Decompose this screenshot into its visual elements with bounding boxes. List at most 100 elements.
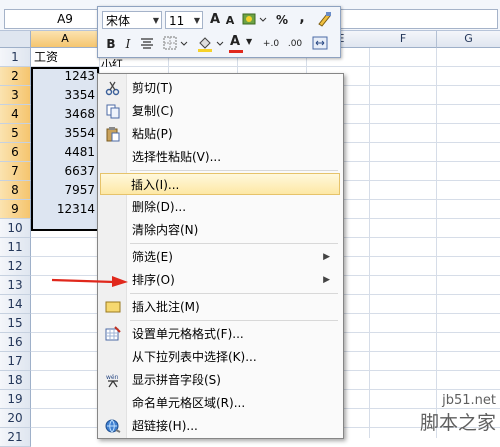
row-header-17[interactable]: 17: [0, 352, 31, 371]
menu-item-label: 选择性粘贴(V)...: [132, 150, 222, 164]
row-header-13[interactable]: 13: [0, 276, 31, 295]
row-header-2[interactable]: 2: [0, 67, 31, 86]
menu-item-hyperlink[interactable]: 超链接(H)...: [100, 415, 340, 437]
borders-button[interactable]: [162, 35, 190, 53]
cell-a1[interactable]: 工资: [34, 48, 98, 66]
font-size-value: 11: [169, 14, 185, 28]
accounting-format-button[interactable]: [240, 10, 268, 28]
menu-separator: [130, 243, 338, 244]
fill-bucket-icon: [198, 37, 224, 52]
row-header-19[interactable]: 19: [0, 390, 31, 409]
comma-style-button[interactable]: ,: [296, 9, 308, 27]
row-header-15[interactable]: 15: [0, 314, 31, 333]
font-color-swatch: [229, 50, 243, 53]
context-menu: 剪切(T) 复制(C) 粘贴(P) 选择性粘贴(V)... 插入(I)... 删…: [97, 73, 344, 439]
format-painter-button[interactable]: [314, 10, 334, 28]
menu-item-insert[interactable]: 插入(I)...: [100, 173, 340, 195]
menu-item-sort[interactable]: 排序(O) ▶: [100, 269, 340, 291]
scissors-icon: [105, 81, 120, 96]
menu-item-label: 筛选(E): [132, 250, 173, 264]
row-header-6[interactable]: 6: [0, 143, 31, 162]
italic-button[interactable]: I: [122, 35, 134, 53]
column-header-g[interactable]: G: [437, 31, 500, 48]
row-header-1[interactable]: 1: [0, 48, 31, 67]
increase-decimal-button[interactable]: +.0: [260, 35, 282, 53]
merge-center-button[interactable]: [310, 35, 330, 53]
menu-item-label: 插入(I)...: [131, 178, 180, 192]
column-header-a[interactable]: A: [31, 31, 100, 48]
font-size-dropdown[interactable]: 11 ▼: [165, 11, 203, 29]
svg-text:wén: wén: [106, 374, 119, 381]
borders-icon: [163, 36, 188, 50]
formula-input[interactable]: [340, 9, 498, 29]
grow-font-button[interactable]: A: [208, 11, 222, 29]
select-all-corner[interactable]: [0, 31, 31, 48]
row-header-4[interactable]: 4: [0, 105, 31, 124]
cell-a2[interactable]: 1243: [31, 67, 97, 85]
menu-item-label: 显示拼音字段(S): [132, 373, 221, 387]
menu-item-copy[interactable]: 复制(C): [100, 100, 340, 122]
font-name-value: 宋体: [106, 14, 131, 28]
menu-item-paste-special[interactable]: 选择性粘贴(V)...: [100, 146, 340, 168]
cell-a7[interactable]: 6637: [31, 162, 97, 180]
hyperlink-icon: [105, 419, 121, 433]
row-header-3[interactable]: 3: [0, 86, 31, 105]
row-header-5[interactable]: 5: [0, 124, 31, 143]
cell-a4[interactable]: 3468: [31, 105, 97, 123]
menu-item-label: 删除(D)...: [132, 200, 187, 214]
font-color-button[interactable]: A ▼: [228, 33, 256, 53]
menu-item-label: 排序(O): [132, 273, 175, 287]
menu-item-cut[interactable]: 剪切(T): [100, 77, 340, 99]
mini-toolbar: 宋体 ▼ 11 ▼ A A % , B I A ▼ +.0 .00: [97, 6, 341, 58]
format-cells-icon: [105, 326, 121, 341]
center-align-button[interactable]: [138, 35, 156, 53]
cell-a6[interactable]: 4481: [31, 143, 97, 161]
cell-b2[interactable]: 小红: [101, 59, 141, 67]
chevron-down-icon: ▼: [193, 16, 200, 25]
row-header-7[interactable]: 7: [0, 162, 31, 181]
cell-a8[interactable]: 7957: [31, 181, 97, 199]
cell-a5[interactable]: 3554: [31, 124, 97, 142]
menu-item-define-name[interactable]: 命名单元格区域(R)...: [100, 392, 340, 414]
row-header-10[interactable]: 10: [0, 219, 31, 238]
align-center-icon: [141, 38, 153, 49]
menu-item-paste[interactable]: 粘贴(P): [100, 123, 340, 145]
menu-item-filter[interactable]: 筛选(E) ▶: [100, 246, 340, 268]
row-header-14[interactable]: 14: [0, 295, 31, 314]
submenu-arrow-icon: ▶: [323, 275, 330, 285]
column-header-f[interactable]: F: [370, 31, 437, 48]
row-header-20[interactable]: 20: [0, 409, 31, 428]
menu-item-delete[interactable]: 删除(D)...: [100, 196, 340, 218]
row-header-18[interactable]: 18: [0, 371, 31, 390]
fill-color-button[interactable]: [196, 35, 226, 53]
paste-icon: [106, 127, 120, 142]
row-header-11[interactable]: 11: [0, 238, 31, 257]
menu-item-clear-contents[interactable]: 清除内容(N): [100, 219, 340, 241]
menu-item-insert-comment[interactable]: 插入批注(M): [100, 296, 340, 318]
merge-cells-icon: [312, 36, 328, 50]
menu-item-label: 复制(C): [132, 104, 174, 118]
decrease-decimal-button[interactable]: .00: [284, 35, 306, 53]
cell-a3[interactable]: 3354: [31, 86, 97, 104]
copy-icon: [106, 104, 120, 119]
menu-separator: [130, 170, 338, 171]
menu-item-label: 设置单元格格式(F)...: [132, 327, 244, 341]
menu-item-pick-from-list[interactable]: 从下拉列表中选择(K)...: [100, 346, 340, 368]
menu-item-label: 粘贴(P): [132, 127, 173, 141]
submenu-arrow-icon: ▶: [323, 252, 330, 262]
percent-style-button[interactable]: %: [274, 11, 290, 29]
font-name-dropdown[interactable]: 宋体 ▼: [102, 11, 162, 29]
menu-item-show-phonetic[interactable]: wén 显示拼音字段(S): [100, 369, 340, 391]
row-header-8[interactable]: 8: [0, 181, 31, 200]
menu-item-format-cells[interactable]: 设置单元格格式(F)...: [100, 323, 340, 345]
row-header-9[interactable]: 9: [0, 200, 31, 219]
row-header-21[interactable]: 21: [0, 428, 31, 447]
row-header-12[interactable]: 12: [0, 257, 31, 276]
menu-separator: [130, 293, 338, 294]
row-header-16[interactable]: 16: [0, 333, 31, 352]
format-painter-icon: [318, 12, 331, 27]
cell-a9[interactable]: 12314: [31, 200, 97, 218]
shrink-font-button[interactable]: A: [224, 12, 236, 30]
bold-button[interactable]: B: [104, 35, 118, 53]
menu-separator: [130, 320, 338, 321]
